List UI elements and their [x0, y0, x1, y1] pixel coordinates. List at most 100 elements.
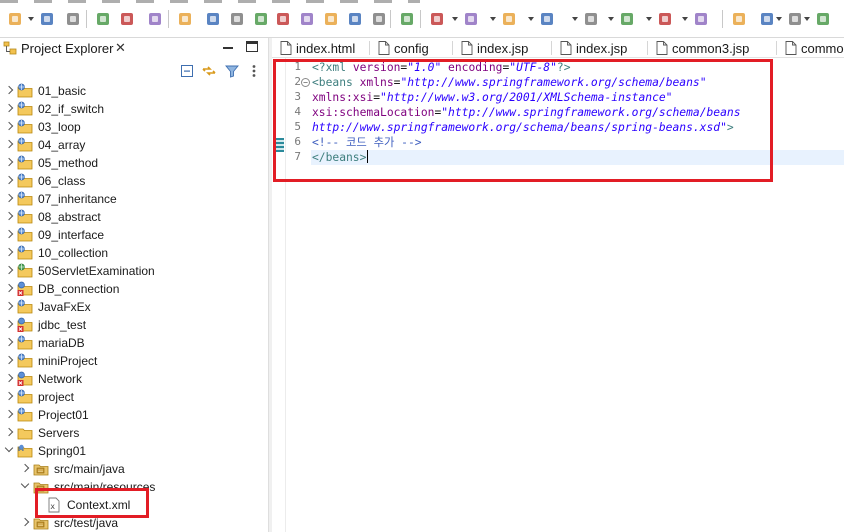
- chevron-down-icon[interactable]: [4, 443, 14, 453]
- new-java-project-icon[interactable]: [582, 10, 600, 28]
- chevron-right-icon[interactable]: [4, 391, 14, 401]
- chevron-right-icon[interactable]: [4, 427, 14, 437]
- chevron-down-icon[interactable]: [20, 479, 30, 489]
- collapse-all-icon[interactable]: [179, 63, 195, 79]
- step-into-icon[interactable]: [298, 10, 316, 28]
- editor-tab-config[interactable]: config: [370, 38, 453, 58]
- new-package-icon[interactable]: [618, 10, 636, 28]
- maximize-icon[interactable]: [246, 41, 258, 52]
- new-class-icon[interactable]: [656, 10, 674, 28]
- chevron-right-icon[interactable]: [4, 283, 14, 293]
- tree-item-50servletexamination[interactable]: 50ServletExamination: [0, 262, 268, 280]
- save-all-icon[interactable]: [64, 10, 82, 28]
- new-icon[interactable]: [6, 10, 24, 28]
- chevron-right-icon[interactable]: [4, 157, 14, 167]
- tree-item-javafxex[interactable]: JavaFxEx: [0, 298, 268, 316]
- chevron-down-icon[interactable]: [804, 17, 810, 21]
- tree-item-miniproject[interactable]: miniProject: [0, 352, 268, 370]
- filter-icon[interactable]: [224, 63, 240, 79]
- chevron-down-icon[interactable]: [28, 17, 34, 21]
- disconnect-icon[interactable]: [274, 10, 292, 28]
- minimize-icon[interactable]: [223, 47, 233, 49]
- tree-item-src-main-java[interactable]: src/main/java: [0, 460, 268, 478]
- chevron-right-icon[interactable]: [4, 229, 14, 239]
- close-icon[interactable]: ✕: [114, 41, 127, 54]
- save-icon[interactable]: [38, 10, 56, 28]
- tree-item-04-array[interactable]: 04_array: [0, 136, 268, 154]
- tree-item-project01[interactable]: Project01: [0, 406, 268, 424]
- coverage-icon[interactable]: [500, 10, 518, 28]
- chevron-right-icon[interactable]: [4, 121, 14, 131]
- editor-body[interactable]: 1 2−3 4 5 6 7 <?xml version="1.0" encoding="U…: [272, 58, 844, 532]
- chevron-right-icon[interactable]: [4, 103, 14, 113]
- editor-tab-index-jsp[interactable]: index.jsp: [453, 38, 552, 58]
- link-with-editor-icon[interactable]: [201, 63, 217, 79]
- chevron-down-icon[interactable]: [682, 17, 688, 21]
- editor-tab-commo[interactable]: commo: [777, 38, 844, 58]
- chevron-right-icon[interactable]: [4, 409, 14, 419]
- step-return-icon[interactable]: [346, 10, 364, 28]
- error-project-icon: [17, 317, 34, 333]
- resume-icon[interactable]: [204, 10, 222, 28]
- tree-item-spring01[interactable]: M Spring01: [0, 442, 268, 460]
- chevron-down-icon[interactable]: [490, 17, 496, 21]
- editor-tab-index-html[interactable]: index.html: [272, 38, 370, 58]
- tree-item-db-connection[interactable]: DB_connection: [0, 280, 268, 298]
- tree-item-09-interface[interactable]: 09_interface: [0, 226, 268, 244]
- chevron-right-icon[interactable]: [4, 139, 14, 149]
- chevron-right-icon[interactable]: [4, 175, 14, 185]
- tree-item-network[interactable]: Network: [0, 370, 268, 388]
- chevron-down-icon[interactable]: [608, 17, 614, 21]
- tree-item-02-if-switch[interactable]: 02_if_switch: [0, 100, 268, 118]
- external-tools-icon[interactable]: [538, 10, 556, 28]
- chevron-down-icon[interactable]: [452, 17, 458, 21]
- use-step-filters-icon[interactable]: [398, 10, 416, 28]
- tree-item-07-inheritance[interactable]: 07_inheritance: [0, 190, 268, 208]
- tree-item-08-abstract[interactable]: 08_abstract: [0, 208, 268, 226]
- chevron-right-icon[interactable]: [4, 355, 14, 365]
- tree-item-jdbc-test[interactable]: jdbc_test: [0, 316, 268, 334]
- chevron-right-icon[interactable]: [4, 265, 14, 275]
- chevron-right-icon[interactable]: [4, 337, 14, 347]
- drop-to-frame-icon[interactable]: [370, 10, 388, 28]
- chevron-right-icon[interactable]: [4, 301, 14, 311]
- tree-item-01-basic[interactable]: 01_basic: [0, 82, 268, 100]
- terminate-icon[interactable]: [252, 10, 270, 28]
- skip-breakpoints-icon[interactable]: [176, 10, 194, 28]
- editor-tab-common3-jsp[interactable]: common3.jsp: [648, 38, 777, 58]
- step-over-icon[interactable]: [322, 10, 340, 28]
- chevron-right-icon[interactable]: [4, 193, 14, 203]
- terminal-icon[interactable]: [146, 10, 164, 28]
- chevron-right-icon[interactable]: [4, 211, 14, 221]
- tree-item-project[interactable]: project: [0, 388, 268, 406]
- chevron-down-icon[interactable]: [528, 17, 534, 21]
- chevron-right-icon[interactable]: [20, 463, 30, 473]
- chevron-down-icon[interactable]: [646, 17, 652, 21]
- chevron-right-icon[interactable]: [20, 517, 30, 527]
- chevron-right-icon[interactable]: [4, 319, 14, 329]
- tree-item-06-class[interactable]: 06_class: [0, 172, 268, 190]
- chevron-down-icon[interactable]: [572, 17, 578, 21]
- globe-icon[interactable]: [758, 10, 776, 28]
- run-icon[interactable]: [462, 10, 480, 28]
- annotation-icon[interactable]: [786, 10, 804, 28]
- tree-item-mariadb[interactable]: mariaDB: [0, 334, 268, 352]
- search-icon[interactable]: [730, 10, 748, 28]
- open-type-icon[interactable]: [692, 10, 710, 28]
- chevron-right-icon[interactable]: [4, 247, 14, 257]
- view-menu-icon[interactable]: [246, 63, 262, 79]
- tree-item-03-loop[interactable]: 03_loop: [0, 118, 268, 136]
- tree-item-05-method[interactable]: 05_method: [0, 154, 268, 172]
- project-explorer-tab[interactable]: Project Explorer ✕: [0, 38, 133, 58]
- tree-item-10-collection[interactable]: 10_collection: [0, 244, 268, 262]
- debug-icon[interactable]: [428, 10, 446, 28]
- chevron-right-icon[interactable]: [4, 85, 14, 95]
- print-icon[interactable]: [94, 10, 112, 28]
- tree-item-servers[interactable]: Servers: [0, 424, 268, 442]
- properties-icon[interactable]: [118, 10, 136, 28]
- suspend-icon[interactable]: [228, 10, 246, 28]
- chevron-right-icon[interactable]: [4, 373, 14, 383]
- editor-tab-index-jsp[interactable]: index.jsp: [552, 38, 648, 58]
- next-annotation-icon[interactable]: [814, 10, 832, 28]
- chevron-down-icon[interactable]: [776, 17, 782, 21]
